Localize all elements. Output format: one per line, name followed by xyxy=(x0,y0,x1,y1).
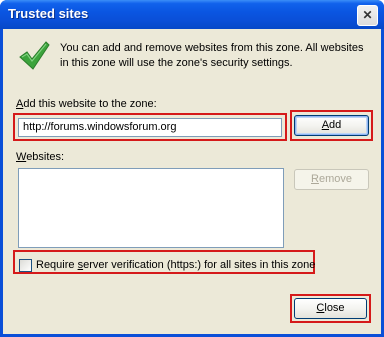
require-https-checkbox[interactable] xyxy=(19,259,32,272)
add-button[interactable]: Add xyxy=(294,115,369,136)
website-url-input[interactable]: http://forums.windowsforum.org xyxy=(18,118,282,137)
checkmark-icon xyxy=(19,41,50,70)
zone-description: You can add and remove websites from thi… xyxy=(60,42,364,69)
title-bar[interactable]: Trusted sites ✕ xyxy=(0,0,384,29)
close-button[interactable]: Close xyxy=(294,298,367,319)
dialog-body: You can add and remove websites from thi… xyxy=(3,29,381,334)
close-icon: ✕ xyxy=(362,8,373,22)
require-https-label[interactable]: Require server verification (https:) for… xyxy=(36,259,315,271)
websites-label: Websites: xyxy=(16,151,65,163)
remove-button[interactable]: Remove xyxy=(294,169,369,190)
window-title: Trusted sites xyxy=(8,6,89,21)
close-window-button[interactable]: ✕ xyxy=(357,5,378,26)
add-website-label: Add this website to the zone: xyxy=(16,98,157,110)
trusted-sites-dialog: Trusted sites ✕ You can add and remove w… xyxy=(0,0,384,337)
websites-list[interactable] xyxy=(18,168,284,248)
